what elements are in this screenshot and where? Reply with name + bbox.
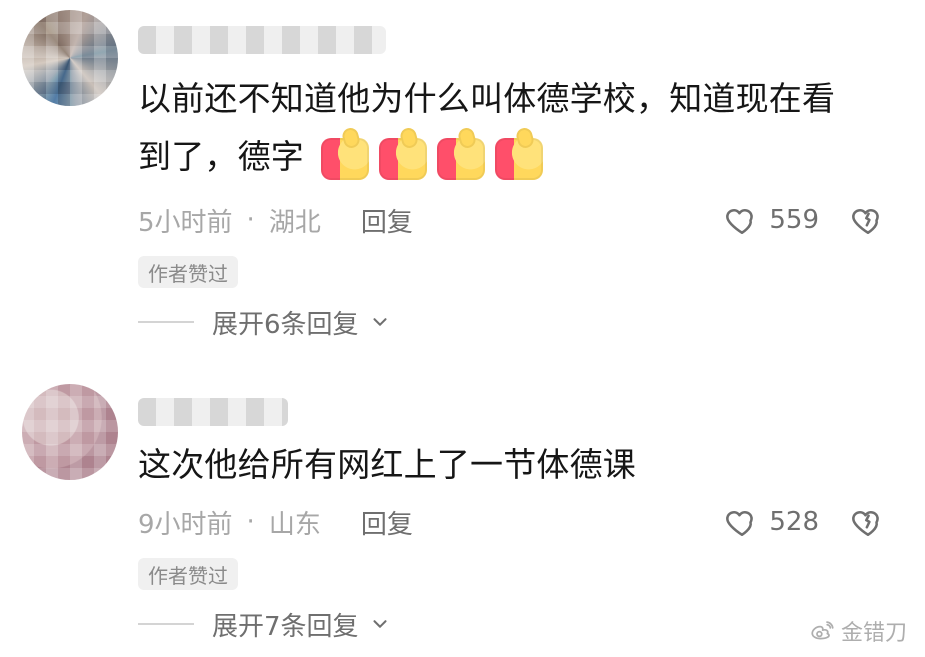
heart-icon (725, 203, 759, 237)
comment-text: 这次他给所有网红上了一节体德课 (138, 436, 898, 494)
like-button[interactable]: 528 (725, 505, 819, 539)
comment-location: 湖北 (268, 207, 321, 238)
author-liked-badge: 作者赞过 (138, 558, 238, 590)
comment-time: 9小时前 (138, 509, 233, 540)
comment-text-line-2: 到了，德字 (138, 137, 304, 176)
thumbs-up-emoji-icon (436, 137, 485, 180)
watermark: 金错刀 (809, 615, 907, 647)
expand-label: 展开7条回复 (212, 611, 359, 642)
comment-text: 以前还不知道他为什么叫体德学校，知道现在看 到了，德字 (138, 70, 898, 186)
reply-button[interactable]: 回复 (361, 504, 413, 541)
comment-time: 5小时前 (138, 207, 233, 238)
broken-heart-icon[interactable] (851, 505, 885, 539)
heart-icon (725, 505, 759, 539)
expand-divider (138, 321, 194, 323)
comment-actions: 528 (725, 502, 885, 542)
expand-label: 展开6条回复 (212, 309, 359, 340)
like-count: 559 (769, 205, 819, 235)
author-liked-badge: 作者赞过 (138, 256, 238, 288)
expand-replies-button[interactable]: 展开7条回复 (138, 604, 391, 644)
username-redacted[interactable] (138, 398, 288, 426)
broken-heart-icon[interactable] (851, 203, 885, 237)
meta-separator: · (246, 205, 255, 235)
comment-location: 山东 (268, 509, 321, 540)
thumbs-up-emojis (320, 137, 543, 180)
avatar[interactable] (22, 10, 118, 106)
comment-text-line-1: 以前还不知道他为什么叫体德学校，知道现在看 (138, 79, 836, 118)
comment-text-line-1: 这次他给所有网红上了一节体德课 (138, 445, 636, 484)
thumbs-up-emoji-icon (378, 137, 427, 180)
weibo-logo-icon (809, 618, 835, 644)
thumbs-up-emoji-icon (320, 137, 369, 180)
chevron-down-icon (369, 613, 391, 635)
expand-replies-button[interactable]: 展开6条回复 (138, 302, 391, 342)
username-redacted[interactable] (138, 26, 386, 54)
meta-separator: · (246, 507, 255, 537)
thumbs-up-emoji-icon (494, 137, 543, 180)
like-count: 528 (769, 507, 819, 537)
chevron-down-icon (369, 311, 391, 333)
watermark-text: 金错刀 (840, 621, 907, 646)
comment-actions: 559 (725, 200, 885, 240)
reply-button[interactable]: 回复 (361, 202, 413, 239)
like-button[interactable]: 559 (725, 203, 819, 237)
avatar[interactable] (22, 384, 118, 480)
expand-divider (138, 623, 194, 625)
